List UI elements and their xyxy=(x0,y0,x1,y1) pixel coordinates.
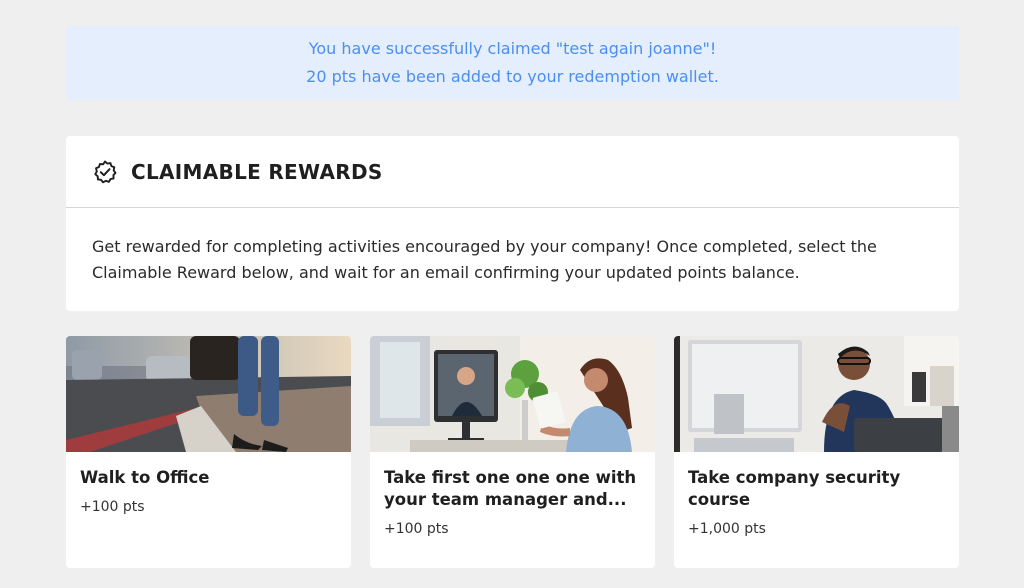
panel-description: Get rewarded for completing activities e… xyxy=(66,208,959,286)
success-message-line-1: You have successfully claimed "test agai… xyxy=(308,39,717,58)
reward-image-security-course xyxy=(674,336,959,452)
reward-image-walking xyxy=(66,336,351,452)
reward-title: Take company security course xyxy=(688,467,945,511)
reward-card-security-course[interactable]: Take company security course +1,000 pts xyxy=(674,336,959,568)
reward-title: Walk to Office xyxy=(80,468,210,487)
panel-title: CLAIMABLE REWARDS xyxy=(131,159,383,184)
reward-title-line-1: Take company security xyxy=(688,468,901,487)
success-banner: You have successfully claimed "test agai… xyxy=(66,26,959,100)
reward-title-line-2: course xyxy=(688,490,751,509)
panel-header: CLAIMABLE REWARDS xyxy=(66,136,959,208)
badge-check-icon xyxy=(92,159,118,185)
reward-card-walk-to-office[interactable]: Walk to Office +100 pts xyxy=(66,336,351,568)
reward-title-line-2: your team manager and... xyxy=(384,490,627,509)
reward-card-one-on-one[interactable]: Take first one one one with your team ma… xyxy=(370,336,655,568)
reward-image-video-call xyxy=(370,336,655,452)
reward-points: +1,000 pts xyxy=(688,521,766,537)
reward-points: +100 pts xyxy=(384,521,449,537)
reward-title-line-1: Take first one one one with xyxy=(384,468,637,487)
claimable-rewards-panel: CLAIMABLE REWARDS Get rewarded for compl… xyxy=(66,136,959,311)
description-line-1: Get rewarded for completing activities e… xyxy=(92,237,877,256)
description-line-2: Claimable Reward below, and wait for an … xyxy=(92,263,800,282)
reward-title: Take first one one one with your team ma… xyxy=(384,467,641,511)
reward-cards: Walk to Office +100 pts Take first one o… xyxy=(66,336,959,568)
reward-points: +100 pts xyxy=(80,499,145,515)
success-message-line-2: 20 pts have been added to your redemptio… xyxy=(306,67,719,86)
